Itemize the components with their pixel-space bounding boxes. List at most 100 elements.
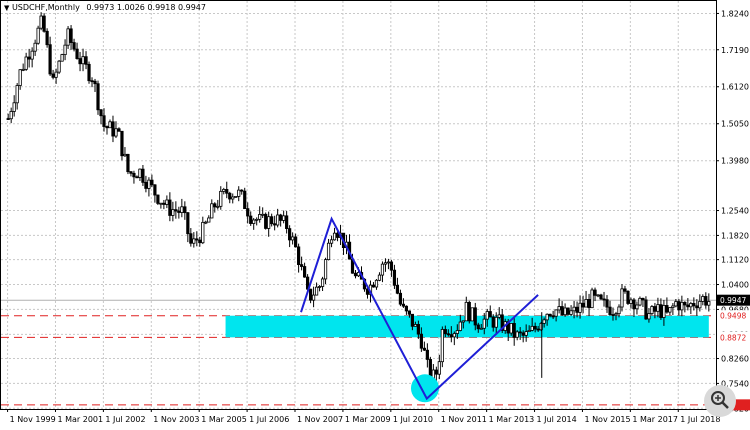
candle-body bbox=[147, 179, 151, 189]
y-tick-label: 1.1820 bbox=[721, 231, 749, 240]
candle-body bbox=[569, 310, 573, 315]
x-tick-label: 1 Mar 2001 bbox=[57, 415, 103, 424]
candle-body bbox=[84, 56, 88, 65]
candle-body bbox=[228, 192, 232, 200]
candle-body bbox=[638, 297, 642, 306]
candle-body bbox=[45, 30, 49, 46]
candle-body bbox=[701, 296, 705, 302]
candle-body bbox=[231, 196, 235, 200]
candle-body bbox=[563, 307, 567, 316]
candle-body bbox=[692, 303, 696, 307]
candle-body bbox=[425, 349, 429, 360]
candle-body bbox=[494, 316, 498, 328]
candle-body bbox=[467, 301, 471, 322]
candle-body bbox=[144, 181, 148, 189]
candle-body bbox=[174, 209, 178, 212]
candle-body bbox=[452, 333, 456, 338]
candle-body bbox=[608, 306, 612, 315]
candle-body bbox=[326, 242, 331, 261]
price-chart[interactable]: 1.8240 1.7190 1.6120 1.5050 1.3980 1.2540 1.18… bbox=[0, 0, 750, 430]
candle-body bbox=[291, 236, 295, 241]
current-price-tag: 0.9947 bbox=[720, 296, 746, 305]
candle-body bbox=[204, 221, 208, 224]
candle-body bbox=[258, 214, 262, 220]
candle-body bbox=[590, 289, 594, 309]
candle-body bbox=[323, 259, 328, 280]
dropdown-triangle-icon[interactable]: ▼ bbox=[4, 4, 9, 12]
candle-body bbox=[9, 111, 13, 120]
candle-body bbox=[464, 301, 468, 322]
symbol-timeframe: USDCHF,Monthly bbox=[11, 3, 80, 12]
candle-body bbox=[551, 315, 555, 318]
candle-body bbox=[635, 304, 639, 310]
candle-body bbox=[6, 118, 10, 120]
candle-body bbox=[285, 215, 289, 229]
candle-body bbox=[611, 314, 615, 316]
candle-body bbox=[267, 216, 271, 229]
candle-body bbox=[473, 307, 477, 326]
candle-body bbox=[93, 80, 97, 85]
candle-body bbox=[159, 202, 163, 205]
candle-body bbox=[33, 42, 37, 52]
x-tick-label: 1 Nov 2003 bbox=[153, 415, 199, 424]
ohlc-values: 0.9973 1.0026 0.9918 0.9947 bbox=[86, 3, 206, 12]
y-tick-label: 1.7190 bbox=[721, 46, 749, 55]
candle-body bbox=[509, 323, 513, 334]
candle-body bbox=[437, 361, 441, 375]
candle-body bbox=[602, 298, 606, 301]
candle-body bbox=[18, 69, 22, 86]
lower-level-tag: 0.8872 bbox=[720, 333, 746, 342]
candle-body bbox=[36, 27, 40, 44]
candle-body bbox=[81, 56, 85, 65]
candle-body bbox=[485, 311, 489, 320]
candle-body bbox=[374, 279, 379, 288]
candle-body bbox=[380, 263, 385, 276]
candle-body bbox=[524, 331, 528, 336]
candle-body bbox=[183, 206, 187, 214]
candle-body bbox=[566, 307, 570, 315]
candle-body bbox=[273, 223, 277, 226]
candle-body bbox=[587, 299, 591, 309]
candle-body bbox=[629, 299, 633, 304]
candle-body bbox=[377, 274, 382, 281]
candle-body bbox=[60, 54, 64, 62]
candle-body bbox=[683, 301, 687, 306]
candle-body bbox=[162, 202, 166, 205]
candle-body bbox=[689, 303, 693, 308]
candle-body bbox=[75, 48, 79, 59]
candle-body bbox=[623, 288, 627, 292]
candle-body bbox=[650, 306, 654, 314]
candle-body bbox=[521, 332, 525, 336]
candle-body bbox=[168, 199, 172, 216]
candle-body bbox=[192, 238, 196, 244]
candle-body bbox=[261, 213, 265, 216]
candle-body bbox=[282, 215, 286, 221]
candle-body bbox=[491, 316, 495, 328]
chart-window[interactable]: 1.8240 1.7190 1.6120 1.5050 1.3980 1.2540 1.18… bbox=[0, 0, 750, 430]
y-tick-label: 1.3980 bbox=[721, 157, 749, 166]
y-tick-label: 0.8260 bbox=[721, 355, 749, 364]
x-tick-label: 1 Nov 2007 bbox=[297, 415, 343, 424]
zoom-button[interactable] bbox=[704, 385, 736, 417]
x-tick-label: 1 Mar 2009 bbox=[345, 415, 391, 424]
candle-body bbox=[171, 209, 175, 216]
candle-body bbox=[219, 190, 223, 207]
x-tick-label: 1 Jul 2006 bbox=[249, 415, 289, 424]
x-tick-label: 1 Jul 2002 bbox=[105, 415, 145, 424]
candle-body bbox=[180, 206, 184, 213]
plot-frame bbox=[0, 0, 717, 410]
candle-body bbox=[434, 369, 438, 375]
candle-body bbox=[177, 210, 181, 213]
y-tick-label: 1.5050 bbox=[721, 120, 749, 129]
candle-body bbox=[404, 305, 409, 312]
candle-body bbox=[105, 126, 109, 129]
candle-body bbox=[644, 299, 648, 320]
y-tick-label: 1.1120 bbox=[721, 256, 749, 265]
candle-body bbox=[671, 305, 675, 308]
candle-body bbox=[57, 60, 61, 73]
candle-body bbox=[332, 232, 337, 241]
candle-body bbox=[512, 323, 516, 338]
x-tick-label: 1 Jul 2010 bbox=[393, 415, 433, 424]
x-tick-label: 1 Nov 2011 bbox=[441, 415, 487, 424]
candle-body bbox=[276, 214, 280, 226]
